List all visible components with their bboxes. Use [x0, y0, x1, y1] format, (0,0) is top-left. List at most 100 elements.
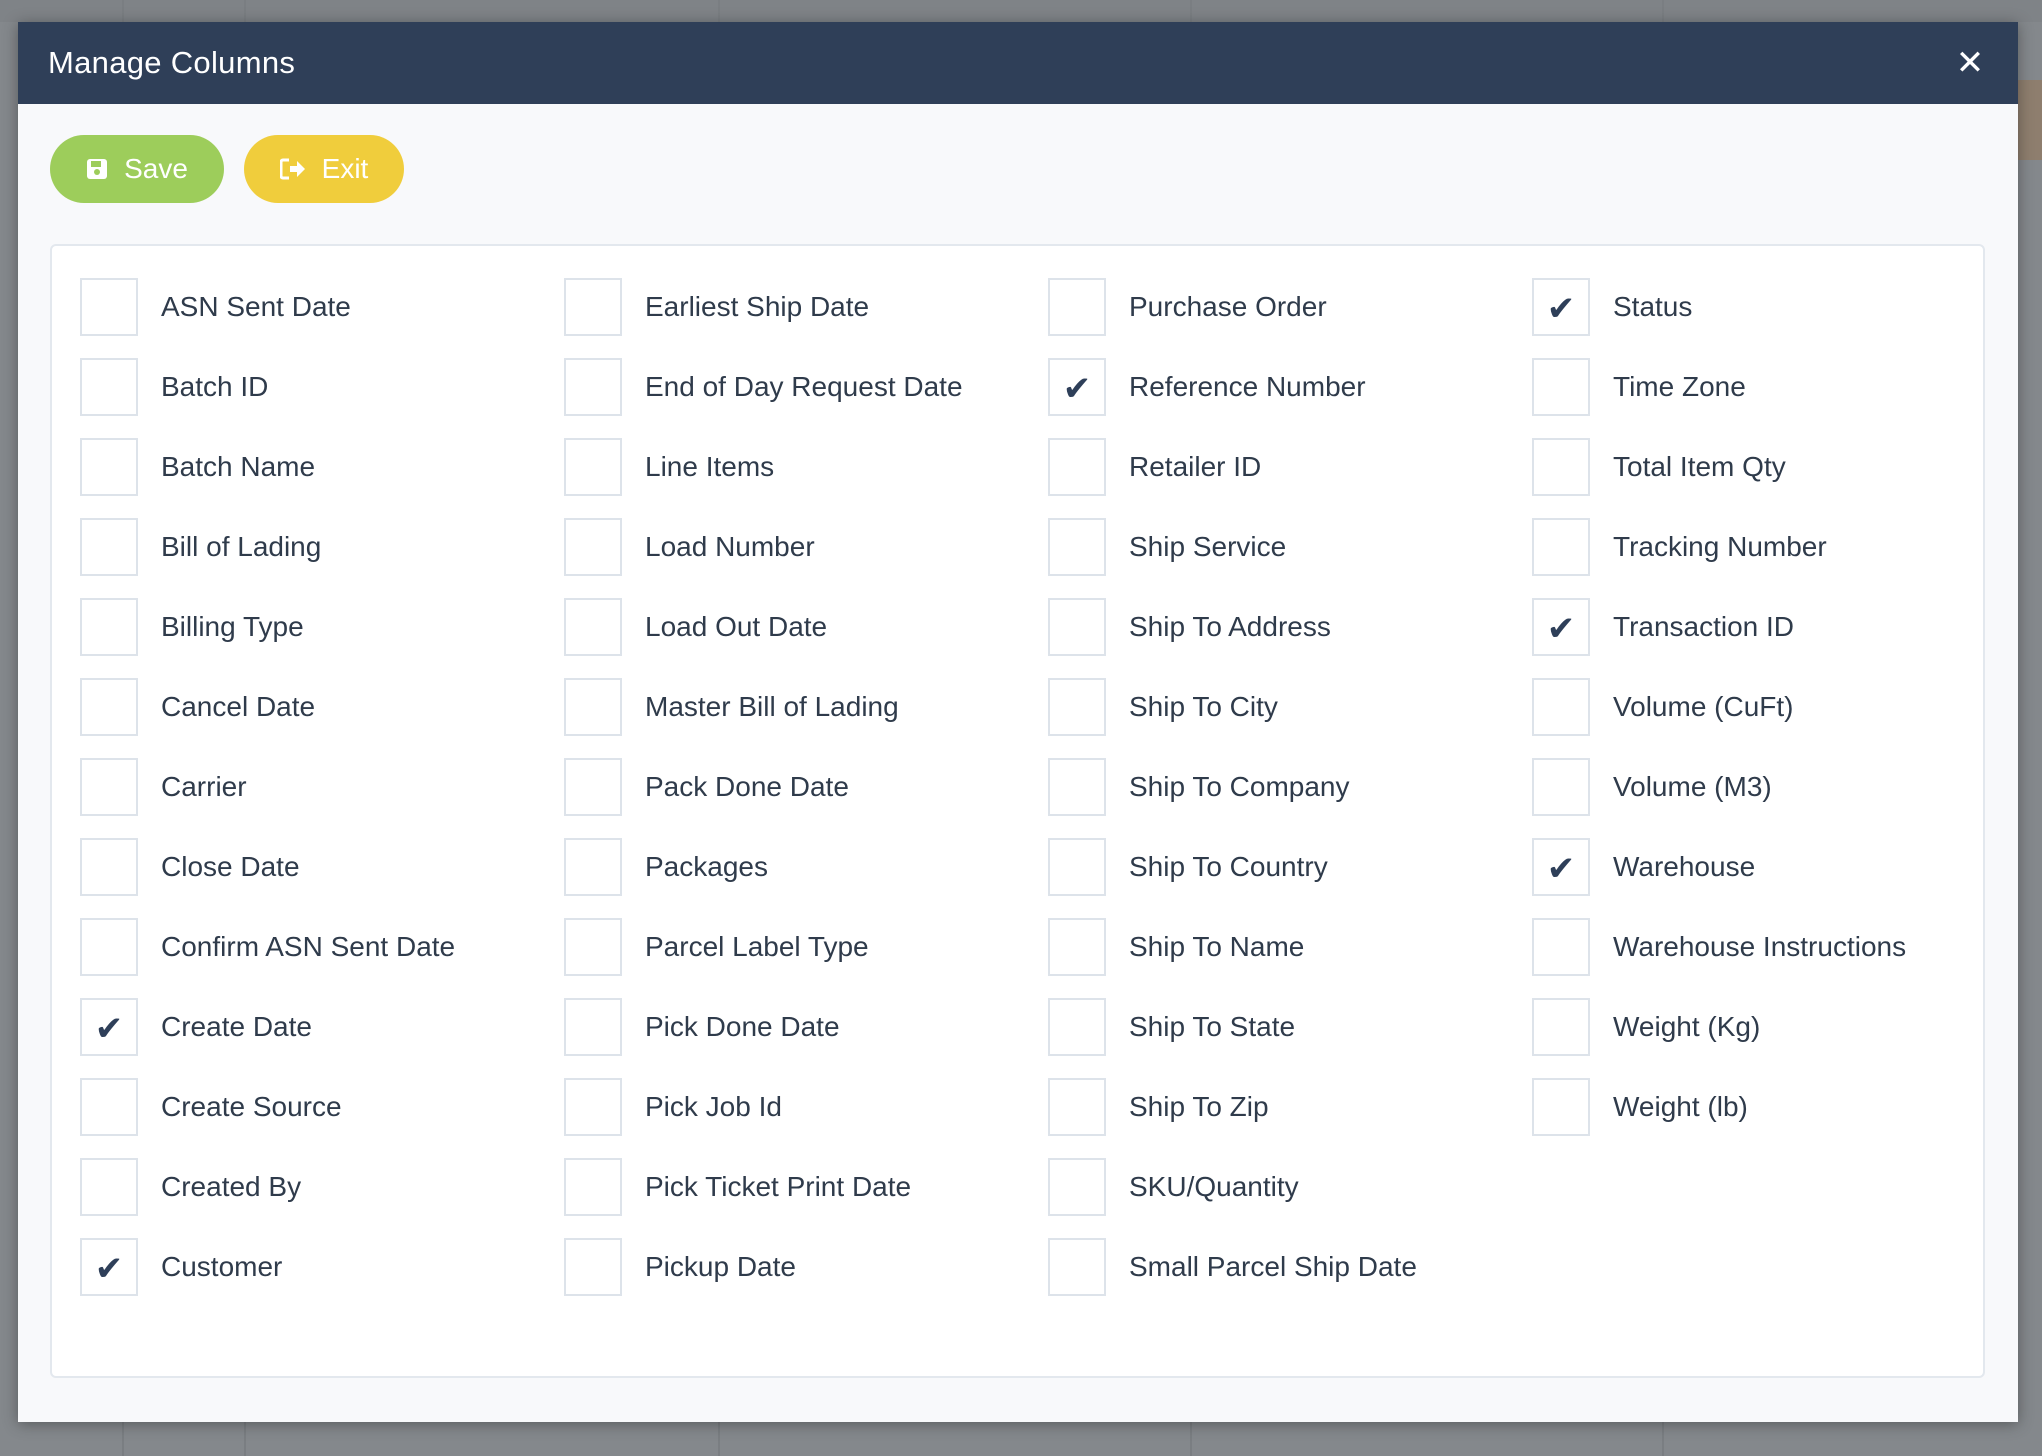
column-option-label[interactable]: Status: [1613, 278, 1692, 336]
column-option-label[interactable]: Pick Done Date: [645, 998, 840, 1056]
column-option-label[interactable]: Retailer ID: [1129, 438, 1261, 496]
column-checkbox[interactable]: [1532, 678, 1590, 736]
column-option-label[interactable]: ASN Sent Date: [161, 278, 351, 336]
column-checkbox[interactable]: ✔: [1048, 358, 1106, 416]
column-checkbox[interactable]: [564, 678, 622, 736]
column-checkbox[interactable]: ✔: [1532, 598, 1590, 656]
column-checkbox[interactable]: [1048, 1238, 1106, 1296]
column-option-label[interactable]: Ship To Zip: [1129, 1078, 1269, 1136]
column-option-label[interactable]: Ship To Name: [1129, 918, 1304, 976]
column-option-label[interactable]: Warehouse: [1613, 838, 1755, 896]
column-checkbox[interactable]: [80, 678, 138, 736]
column-option-label[interactable]: Tracking Number: [1613, 518, 1827, 576]
column-option-label[interactable]: Total Item Qty: [1613, 438, 1786, 496]
column-option-label[interactable]: Cancel Date: [161, 678, 315, 736]
column-checkbox[interactable]: [1532, 758, 1590, 816]
column-checkbox[interactable]: [564, 998, 622, 1056]
column-option-label[interactable]: Purchase Order: [1129, 278, 1327, 336]
column-checkbox[interactable]: [1048, 758, 1106, 816]
column-checkbox[interactable]: ✔: [80, 998, 138, 1056]
column-option-label[interactable]: Batch Name: [161, 438, 315, 496]
column-checkbox[interactable]: [564, 838, 622, 896]
column-checkbox[interactable]: [564, 918, 622, 976]
column-checkbox[interactable]: [80, 278, 138, 336]
column-option-label[interactable]: Weight (lb): [1613, 1078, 1748, 1136]
column-checkbox[interactable]: [1048, 838, 1106, 896]
column-option-label[interactable]: Batch ID: [161, 358, 268, 416]
column-checkbox[interactable]: [564, 1238, 622, 1296]
column-checkbox[interactable]: [564, 518, 622, 576]
save-button[interactable]: Save: [50, 135, 224, 203]
column-option-label[interactable]: Earliest Ship Date: [645, 278, 869, 336]
column-checkbox[interactable]: [1532, 998, 1590, 1056]
column-option-label[interactable]: Pack Done Date: [645, 758, 849, 816]
column-option-label[interactable]: Bill of Lading: [161, 518, 321, 576]
column-checkbox[interactable]: [1048, 1158, 1106, 1216]
column-option-label[interactable]: Parcel Label Type: [645, 918, 869, 976]
column-checkbox[interactable]: ✔: [80, 1238, 138, 1296]
exit-button[interactable]: Exit: [244, 135, 404, 203]
column-checkbox[interactable]: [1048, 678, 1106, 736]
column-checkbox[interactable]: [1048, 1078, 1106, 1136]
column-checkbox[interactable]: [1532, 438, 1590, 496]
column-option-label[interactable]: Pick Ticket Print Date: [645, 1158, 911, 1216]
column-option-label[interactable]: Customer: [161, 1238, 282, 1296]
column-checkbox[interactable]: [1048, 518, 1106, 576]
column-checkbox[interactable]: [1048, 278, 1106, 336]
column-checkbox[interactable]: [564, 1078, 622, 1136]
column-option-label[interactable]: Ship To Country: [1129, 838, 1328, 896]
column-option-label[interactable]: Create Date: [161, 998, 312, 1056]
column-option-label[interactable]: Ship To City: [1129, 678, 1278, 736]
column-option-label[interactable]: Ship To Address: [1129, 598, 1331, 656]
column-checkbox[interactable]: [1048, 438, 1106, 496]
column-option-label[interactable]: End of Day Request Date: [645, 358, 963, 416]
column-checkbox[interactable]: [80, 438, 138, 496]
column-option-label[interactable]: Small Parcel Ship Date: [1129, 1238, 1417, 1296]
column-checkbox[interactable]: [1532, 918, 1590, 976]
column-option-label[interactable]: Ship To State: [1129, 998, 1295, 1056]
column-option-label[interactable]: Load Out Date: [645, 598, 827, 656]
column-checkbox[interactable]: [80, 1158, 138, 1216]
column-checkbox[interactable]: [564, 358, 622, 416]
column-option-label[interactable]: Line Items: [645, 438, 774, 496]
column-checkbox[interactable]: [1048, 598, 1106, 656]
column-option-label[interactable]: Confirm ASN Sent Date: [161, 918, 455, 976]
column-option-label[interactable]: Transaction ID: [1613, 598, 1794, 656]
column-checkbox[interactable]: [564, 598, 622, 656]
column-checkbox[interactable]: [80, 918, 138, 976]
column-checkbox[interactable]: [80, 598, 138, 656]
column-checkbox[interactable]: [564, 438, 622, 496]
column-option-label[interactable]: Create Source: [161, 1078, 342, 1136]
column-checkbox[interactable]: ✔: [1532, 838, 1590, 896]
column-option-label[interactable]: Created By: [161, 1158, 301, 1216]
column-option-label[interactable]: Close Date: [161, 838, 300, 896]
column-checkbox[interactable]: [1048, 918, 1106, 976]
column-option-label[interactable]: Ship To Company: [1129, 758, 1350, 816]
column-checkbox[interactable]: [564, 758, 622, 816]
column-option-label[interactable]: Carrier: [161, 758, 247, 816]
column-option-label[interactable]: Packages: [645, 838, 768, 896]
column-checkbox[interactable]: [564, 1158, 622, 1216]
column-option-label[interactable]: Pick Job Id: [645, 1078, 782, 1136]
column-option-label[interactable]: Pickup Date: [645, 1238, 796, 1296]
column-checkbox[interactable]: [564, 278, 622, 336]
column-option-label[interactable]: Time Zone: [1613, 358, 1746, 416]
close-icon[interactable]: ✕: [1952, 45, 1988, 81]
column-option-label[interactable]: Master Bill of Lading: [645, 678, 899, 736]
column-checkbox[interactable]: [80, 838, 138, 896]
column-checkbox[interactable]: [80, 758, 138, 816]
column-checkbox[interactable]: [1048, 998, 1106, 1056]
column-checkbox[interactable]: [1532, 358, 1590, 416]
column-checkbox[interactable]: [80, 1078, 138, 1136]
column-option-label[interactable]: Load Number: [645, 518, 815, 576]
column-option-label[interactable]: Volume (CuFt): [1613, 678, 1794, 736]
column-checkbox[interactable]: ✔: [1532, 278, 1590, 336]
column-option-label[interactable]: Billing Type: [161, 598, 304, 656]
column-checkbox[interactable]: [1532, 518, 1590, 576]
column-checkbox[interactable]: [80, 358, 138, 416]
column-checkbox[interactable]: [1532, 1078, 1590, 1136]
column-checkbox[interactable]: [80, 518, 138, 576]
column-option-label[interactable]: SKU/Quantity: [1129, 1158, 1299, 1216]
column-option-label[interactable]: Reference Number: [1129, 358, 1366, 416]
column-option-label[interactable]: Volume (M3): [1613, 758, 1772, 816]
